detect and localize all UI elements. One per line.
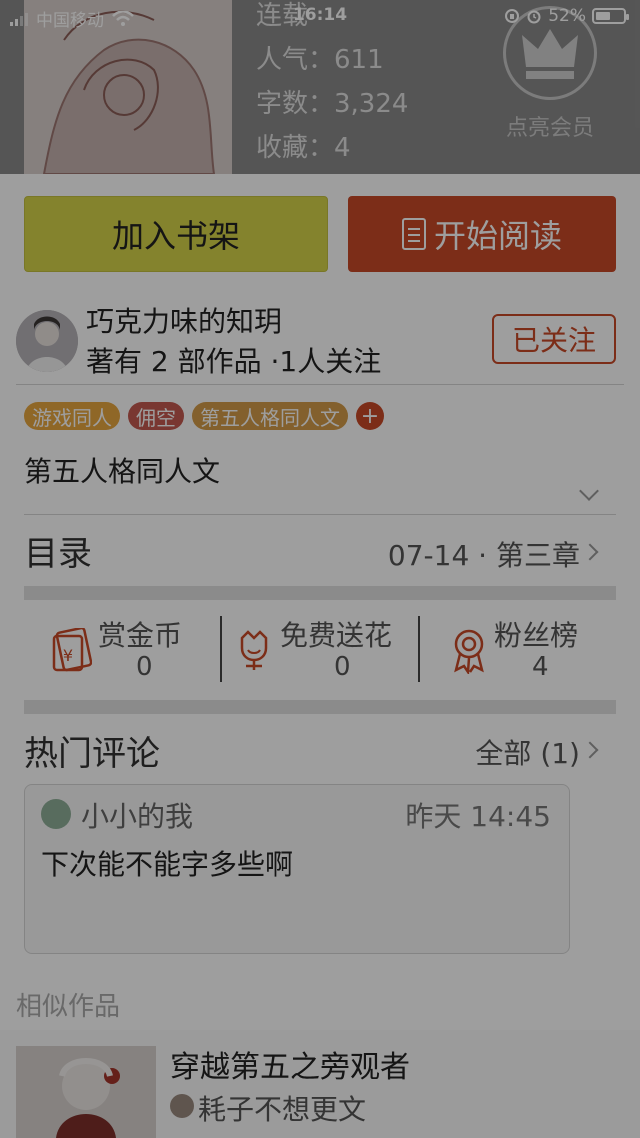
divider [16, 384, 624, 385]
vip-label: 点亮会员 [505, 116, 594, 141]
comment-text: 下次能不能字多些啊 [41, 848, 294, 881]
comment-time: 昨天 14:45 [405, 800, 551, 833]
author-avatar[interactable] [16, 310, 78, 372]
award-ribbon-icon [454, 629, 484, 674]
battery-icon [592, 8, 629, 24]
comment-card[interactable]: 小小的我 昨天 14:45 下次能不能字多些啊 [24, 784, 570, 954]
book-header: 连载 人气：611 字数：3,324 收藏：4 点亮会员 中国移动 16:14 [0, 0, 640, 174]
chevron-right-icon [581, 543, 599, 561]
commenter-name[interactable]: 小小的我 [81, 795, 193, 835]
free-flowers-stat[interactable]: 免费送花 0 [222, 612, 418, 692]
similar-work-item[interactable]: 穿越第五之旁观者 耗子不想更文 [0, 1030, 640, 1138]
fan-ranking-label: 粉丝榜 [494, 619, 579, 652]
toc-title: 目录 [24, 534, 92, 574]
flower-icon [240, 630, 268, 670]
tag-chip[interactable]: 第五人格同人文 [192, 402, 348, 430]
add-to-shelf-button[interactable]: 加入书架 [24, 196, 328, 272]
book-popularity: 人气：611 [256, 45, 384, 75]
similar-work-cover [16, 1046, 156, 1138]
follow-button[interactable]: 已关注 [492, 314, 616, 364]
tag-chip[interactable]: 游戏同人 [24, 402, 120, 430]
book-icon [401, 218, 426, 250]
book-word-count: 字数：3,324 [256, 89, 409, 119]
reward-coins-value: 0 [136, 652, 153, 682]
similar-work-author: 耗子不想更文 [198, 1093, 367, 1126]
toc-latest-chapter: 07-14 · 第三章 [387, 539, 580, 572]
author-stats: 著有 2 部作品 ·1人关注 [86, 345, 382, 378]
chevron-right-icon[interactable] [581, 741, 599, 759]
svg-text:¥: ¥ [63, 646, 73, 665]
section-band [24, 700, 616, 714]
add-tag-button[interactable]: + [356, 402, 384, 430]
hot-comments-title: 热门评论 [24, 734, 160, 774]
table-of-contents-row[interactable]: 目录 07-14 · 第三章 [0, 514, 640, 586]
commenter-avatar[interactable] [41, 799, 71, 829]
battery-percent: 52% [548, 6, 586, 26]
book-description: 第五人格同人文 [24, 455, 221, 488]
similar-work-title: 穿越第五之旁观者 [170, 1050, 410, 1085]
alarm-icon [527, 10, 541, 24]
fan-ranking-value: 4 [532, 652, 549, 682]
author-section: 巧克力味的知玥 著有 2 部作品 ·1人关注 已关注 [0, 296, 640, 384]
status-bar: 中国移动 16:14 52% [0, 0, 640, 34]
follow-label: 已关注 [511, 324, 596, 357]
chevron-down-icon[interactable] [579, 481, 599, 501]
start-reading-button[interactable]: 开始阅读 [348, 196, 616, 272]
tag-list: 游戏同人 佣空 第五人格同人文 + [24, 402, 384, 430]
fan-ranking-stat[interactable]: 粉丝榜 4 [420, 612, 616, 692]
book-favorites: 收藏：4 [256, 133, 351, 163]
reward-coins-stat[interactable]: ¥ 赏金币 0 [24, 612, 220, 692]
section-band [24, 586, 616, 600]
author-name[interactable]: 巧克力味的知玥 [86, 300, 282, 340]
rotation-lock-icon [505, 9, 520, 23]
start-reading-label: 开始阅读 [433, 217, 562, 255]
all-comments-link[interactable]: 全部 (1) [475, 732, 580, 772]
red-envelope-icon: ¥ [52, 628, 92, 672]
add-to-shelf-label: 加入书架 [111, 217, 240, 255]
similar-works-title: 相似作品 [16, 992, 121, 1022]
stats-row: ¥ 赏金币 0 免费送花 0 粉丝榜 4 [24, 600, 616, 698]
reward-coins-label: 赏金币 [98, 619, 183, 652]
tag-chip[interactable]: 佣空 [128, 402, 184, 430]
similar-work-author-avatar [170, 1094, 194, 1118]
free-flowers-label: 免费送花 [280, 619, 393, 652]
free-flowers-value: 0 [334, 652, 351, 682]
